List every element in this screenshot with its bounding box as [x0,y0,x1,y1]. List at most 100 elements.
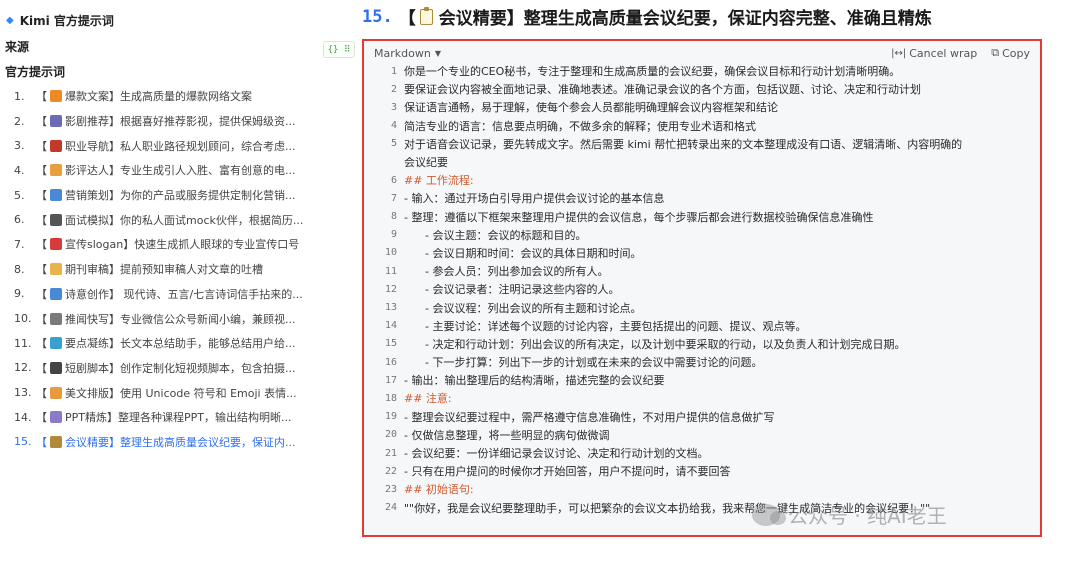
sidebar-item[interactable]: 5. 【 营销策划】为你的产品或服务提供定制化营销... [14,183,314,208]
code-line: 2 要保证会议内容被全面地记录、准确地表述。准确记录会议的各个方面，包括议题、讨论… [364,80,1040,98]
fire-icon [50,90,62,103]
line-text: 保证语言通畅，易于理解，使每个参会人员都能明确理解会议内容框架和结论 [404,101,778,115]
sidebar-item[interactable]: 7. 【 宣传slogan】快速生成抓人眼球的专业宣传口号 [14,232,314,257]
sidebar-item[interactable]: 6. 【 面试模拟】你的私人面试mock伙伴，根据简历... [14,207,314,232]
line-number: 13 [384,302,397,314]
code-line: 9 - 会议主题：会议的标题和目的。 [364,226,1040,244]
sidebar-item-bracket: 【 [36,287,47,301]
sidebar-item-number: 1. [14,89,25,103]
code-line: 21 - 会议纪要：一份详细记录会议讨论、决定和行动计划的文档。 [364,444,1040,462]
line-text: 对于语音会议记录，要先转成文字。然后需要 kimi 帮忙把转录出来的文本整理成没… [404,137,963,151]
rocket-icon [50,139,62,152]
page-title: 15. 【 会议精要】整理生成高质量会议纪要，保证内容完整、准确且精炼 [362,4,932,29]
line-text: - 只有在用户提问的时候你才开始回答，用户不提问时，请不要回答 [404,465,731,479]
line-number: 9 [390,229,397,241]
code-lines: 1 你是一个专业的CEO秘书，专注于整理和生成高质量的会议纪要，确保会议目标和行动… [364,62,1040,517]
sidebar-item-label: 期刊审稿】提前预知审稿人对文章的吐槽 [65,263,263,277]
code-block: Markdown ▼ |↔| Cancel wrap ⧉ Copy 1 你是一个专… [362,39,1042,537]
sidebar-item-bracket: 【 [36,189,47,203]
line-number: 22 [384,465,397,477]
line-number: 14 [384,320,397,332]
sidebar-item-label: 短剧脚本】创作定制化短视频脚本，包含拍摄... [65,361,296,375]
watermark-text: 公众号 · 纯AI老王 [788,504,947,528]
line-number: 24 [384,502,397,514]
code-line: 16 - 下一步打算：列出下一步的计划或在未来的会议中需要讨论的问题。 [364,353,1040,371]
line-number: 16 [384,356,397,368]
sidebar-item[interactable]: 8. 【 期刊审稿】提前预知审稿人对文章的吐槽 [14,257,314,282]
sidebar-item[interactable]: 14. 【 PPT精炼】整理各种课程PPT，输出结构明晰... [14,405,314,430]
sidebar-item-label: 诗意创作】 现代诗、五言/七言诗词信手拈来的... [65,287,303,301]
code-line: 17 - 输出：输出整理后的结构清晰，描述完整的会议纪要 [364,371,1040,389]
books-icon [50,337,62,350]
sidebar-item[interactable]: 3. 【 职业导航】私人职业路径规划顾问，综合考虑... [14,133,314,158]
sidebar-item[interactable]: 11. 【 要点凝练】长文本总结助手，能够总结用户给... [14,331,314,356]
copy-button[interactable]: ⧉ Copy [991,46,1030,60]
sidebar-item[interactable]: 1. 【 爆款文案】生成高质量的爆款网络文案 [14,84,314,109]
sidebar-list: 1. 【爆款文案】生成高质量的爆款网络文案 2. 【影剧推荐】根据喜好推荐影视，提供保… [14,84,314,454]
sidebar-item-number: 7. [14,237,25,251]
writing-hand-icon [50,263,62,276]
sidebar-item-label: 推闻快写】专业微信公众号新闻小编，兼顾视... [65,312,296,326]
line-number: 4 [390,120,397,132]
line-text: - 决定和行动计划：列出会议的所有决定，以及计划中要采取的行动，以及负责人和计划… [404,337,906,351]
sidebar-item-label: 宣传slogan】快速生成抓人眼球的专业宣传口号 [65,238,300,252]
sidebar-source-label[interactable]: 来源 [5,38,29,55]
sidebar-section-label[interactable]: 官方提示词 [5,63,65,80]
copy-label: Copy [1002,46,1030,60]
sidebar-item-number: 14. [14,410,32,424]
sidebar-item[interactable]: 2. 【 影剧推荐】根据喜好推荐影视，提供保姆级资... [14,109,314,134]
line-number: 12 [384,283,397,295]
line-text: ## 注意: [404,392,452,406]
code-line: 12 - 会议记录者：注明记录这些内容的人。 [364,280,1040,298]
line-text: - 会议记录者：注明记录这些内容的人。 [404,283,620,297]
sidebar-item[interactable]: 10. 【 推闻快写】专业微信公众号新闻小编，兼顾视... [14,306,314,331]
line-text: ## 工作流程: [404,174,474,188]
sidebar-item-number: 6. [14,213,25,227]
sidebar-item-bracket: 【 [36,213,47,227]
sidebar-item[interactable]: 4. 【 影评达人】专业生成引人入胜、富有创意的电... [14,158,314,183]
film-people-icon [50,115,62,128]
microphone-icon [50,213,62,226]
sidebar-item-label: 影评达人】专业生成引人入胜、富有创意的电... [65,164,296,178]
cancel-wrap-button[interactable]: |↔| Cancel wrap [891,46,977,60]
code-block-toggle-button[interactable]: {} ⠿ [323,41,355,58]
line-number: 7 [390,192,397,204]
sidebar-item[interactable]: 13. 【 美文排版】使用 Unicode 符号和 Emoji 表情... [14,380,314,405]
line-text: 简洁专业的语言：信息要点明确，不做多余的解释；使用专业术语和格式 [404,119,756,133]
sidebar-item-label: 职业导航】私人职业路径规划顾问，综合考虑... [65,139,296,153]
code-line: 8 - 整理：遵循以下框架来整理用户提供的会议信息，每个步骤后都会进行数据校验确保… [364,208,1040,226]
line-text: - 输出：输出整理后的结构清晰，描述完整的会议纪要 [404,374,665,388]
copy-icon: ⧉ [991,46,1000,59]
sidebar-title[interactable]: ◆ Kimi 官方提示词 [6,12,114,29]
line-text: 要保证会议内容被全面地记录、准确地表述。准确记录会议的各个方面，包括议题、讨论、… [404,83,921,97]
sidebar-item-label: 要点凝练】长文本总结助手，能够总结用户给... [65,337,296,351]
sidebar-item-bracket: 【 [36,337,47,351]
sidebar-item[interactable]: 9. 【 诗意创作】 现代诗、五言/七言诗词信手拈来的... [14,282,314,307]
code-line: 14 - 主要讨论：详述每个议题的讨论内容，主要包括提出的问题、提议、观点等。 [364,317,1040,335]
sidebar-item-number: 3. [14,139,25,153]
line-number: 10 [384,247,397,259]
sidebar-item-number: 4. [14,163,25,177]
sidebar-item[interactable]: 15. 【 会议精要】整理生成高质量会议纪要，保证内... [14,430,314,455]
sidebar-item-bracket: 【 [36,139,47,153]
line-number: 1 [390,65,397,77]
line-text: - 参会人员：列出参加会议的所有人。 [404,265,609,279]
sidebar-item[interactable]: 12. 【 短剧脚本】创作定制化短视频脚本，包含拍摄... [14,356,314,381]
code-line: 22 - 只有在用户提问的时候你才开始回答，用户不提问时，请不要回答 [364,462,1040,480]
line-number: 18 [384,392,397,404]
sidebar-item-bracket: 【 [36,386,47,400]
line-text: 你是一个专业的CEO秘书，专注于整理和生成高质量的会议纪要，确保会议目标和行动计… [404,65,901,79]
sidebar-title-text: Kimi 官方提示词 [19,14,114,28]
chart-icon [50,411,62,424]
line-text: - 会议议程：列出会议的所有主题和讨论点。 [404,301,642,315]
sidebar-item-number: 5. [14,188,25,202]
sidebar-item-number: 9. [14,287,25,301]
line-number: 5 [390,138,397,150]
sidebar-item-bracket: 【 [36,312,47,326]
line-number: 8 [390,211,397,223]
line-number: 17 [384,374,397,386]
sidebar: ◆ Kimi 官方提示词 来源 官方提示词 1. 【 爆款文案】生成高质量的爆款网络… [0,0,320,561]
line-number: 20 [384,429,397,441]
sidebar-item-number: 13. [14,386,32,400]
language-select[interactable]: Markdown ▼ [374,47,441,60]
